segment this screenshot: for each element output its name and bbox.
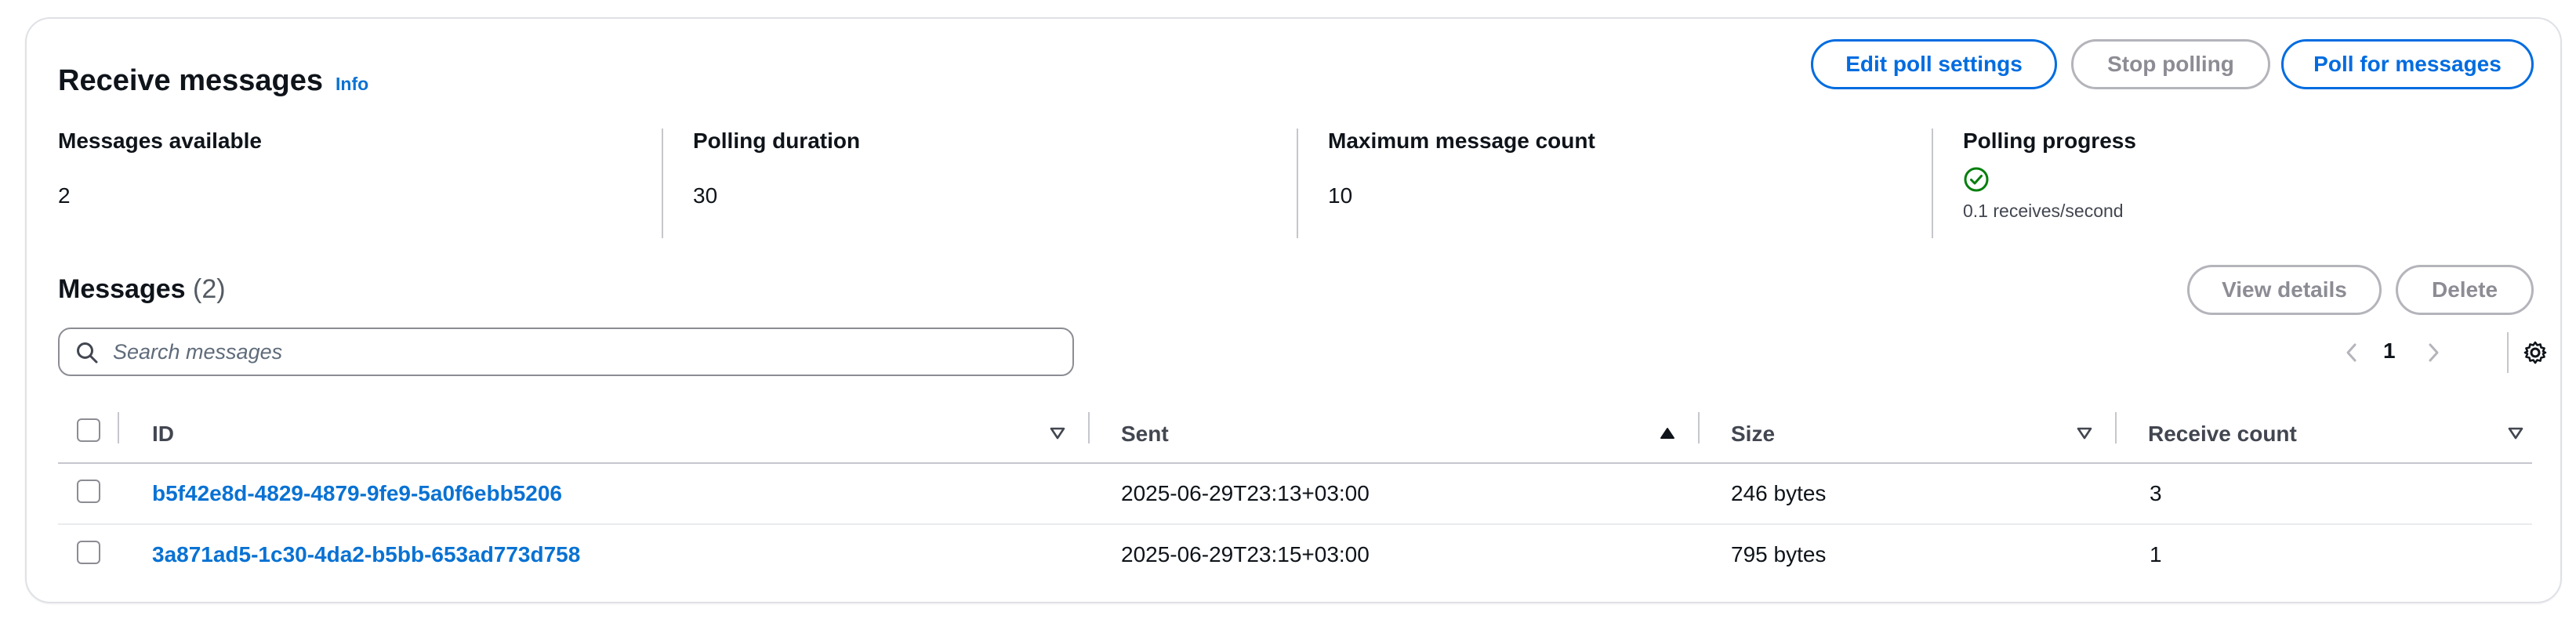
sent-cell: 2025-06-29T23:13+03:00 [1121,481,1370,505]
gear-icon[interactable] [2523,340,2548,369]
stat-label: Polling duration [693,129,861,153]
stat-messages-available: Messages available 2 [58,129,654,238]
row-divider [58,523,2532,525]
column-header-receive-count[interactable]: Receive count [2148,422,2297,447]
receive-count-cell: 3 [2150,481,2162,505]
receive-messages-panel: Receive messages Info Edit poll settings… [25,17,2562,603]
column-header-size[interactable]: Size [1731,422,1775,447]
stat-value: 30 [693,183,718,208]
search-input[interactable] [113,329,1054,375]
stat-polling-progress: Polling progress 0.1 receives/second [1963,129,2512,238]
receive-count-cell: 1 [2150,542,2162,567]
chevron-left-icon[interactable] [2342,340,2361,369]
column-header-sent[interactable]: Sent [1121,422,1169,447]
sort-up-icon[interactable] [1659,425,1676,446]
stat-label: Maximum message count [1328,129,1595,153]
column-separator [1698,412,1700,443]
panel-header: Receive messages Info [58,64,368,98]
column-separator [1088,412,1090,443]
stop-polling-button[interactable]: Stop polling [2071,39,2270,89]
stat-value: 10 [1328,183,1353,208]
delete-button[interactable]: Delete [2396,265,2534,315]
size-cell: 795 bytes [1731,542,1827,567]
messages-title: Messages [58,274,186,304]
size-cell: 246 bytes [1731,481,1827,505]
sort-down-icon[interactable] [2507,425,2524,446]
view-details-button[interactable]: View details [2187,265,2382,315]
stat-maximum-message-count: Maximum message count 10 [1328,129,1924,238]
column-separator [2115,412,2117,443]
search-icon [75,341,99,368]
stat-value: 2 [58,183,71,208]
stat-label: Polling progress [1963,129,2136,153]
stat-divider [1932,129,1933,238]
stat-label: Messages available [58,129,262,153]
message-id-link[interactable]: 3a871ad5-1c30-4da2-b5bb-653ad773d758 [152,542,580,567]
column-separator [118,412,119,443]
stat-divider [1297,129,1298,238]
page-number[interactable]: 1 [2383,338,2396,364]
check-circle-icon [1963,166,1990,197]
row-checkbox[interactable] [77,480,100,503]
pager-divider [2507,332,2509,373]
select-all-checkbox[interactable] [77,418,100,442]
polling-rate-text: 0.1 receives/second [1963,201,2124,221]
sent-cell: 2025-06-29T23:15+03:00 [1121,542,1370,567]
messages-heading: Messages (2) [58,274,226,305]
edit-poll-settings-button[interactable]: Edit poll settings [1811,39,2057,89]
poll-for-messages-button[interactable]: Poll for messages [2281,39,2534,89]
row-checkbox[interactable] [77,541,100,564]
chevron-right-icon[interactable] [2424,340,2443,369]
table-header-divider [58,462,2532,464]
message-id-link[interactable]: b5f42e8d-4829-4879-9fe9-5a0f6ebb5206 [152,481,562,506]
info-link[interactable]: Info [336,74,368,95]
stat-polling-duration: Polling duration 30 [693,129,1289,238]
search-box[interactable] [58,328,1074,376]
sort-down-icon[interactable] [2076,425,2093,446]
column-header-id[interactable]: ID [152,422,174,447]
panel-title: Receive messages [58,64,324,97]
messages-count: (2) [193,274,226,304]
stat-divider [662,129,663,238]
sort-down-icon[interactable] [1049,425,1066,446]
